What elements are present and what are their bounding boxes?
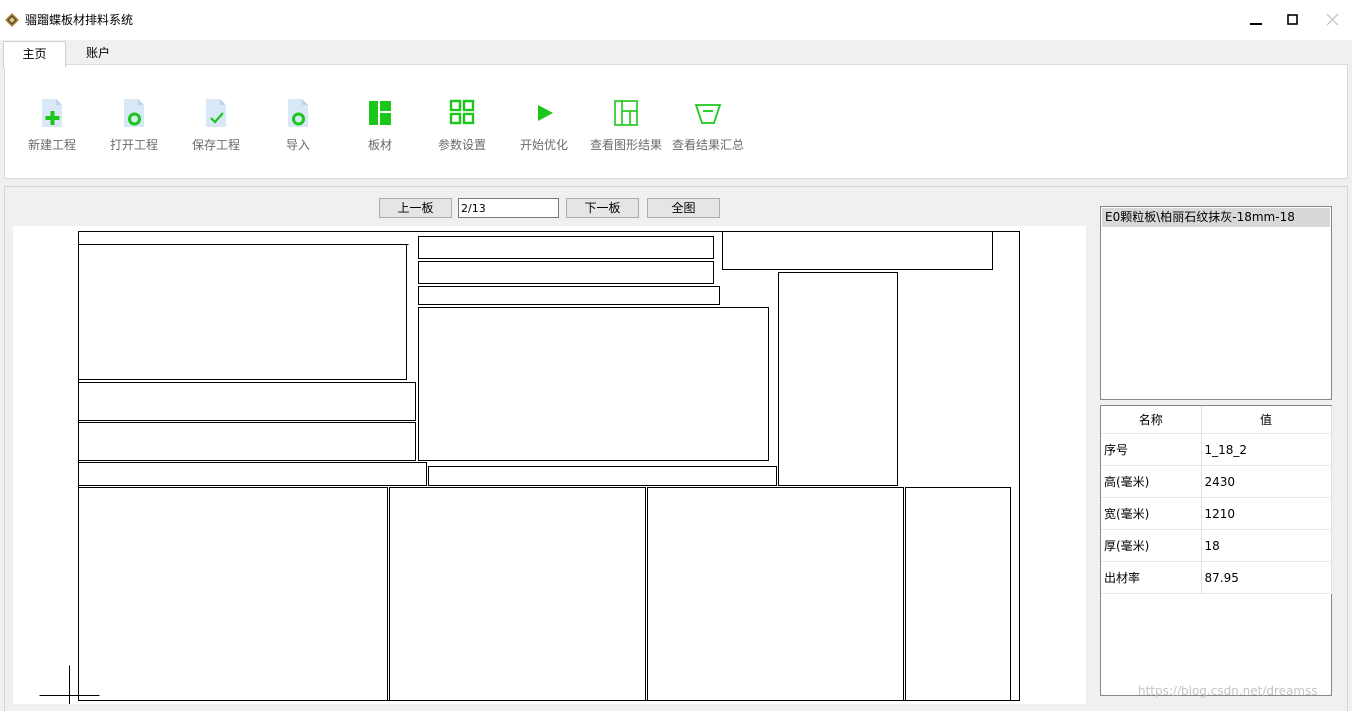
part-piece xyxy=(722,231,993,270)
new-file-icon xyxy=(42,99,62,127)
cutting-layout-drawing[interactable] xyxy=(13,226,1086,704)
property-header-row: 名称 值 xyxy=(1101,406,1332,434)
new-project-button[interactable]: 新建工程 xyxy=(13,93,91,159)
part-piece xyxy=(418,236,714,259)
watermark: https://blog.csdn.net/dreamss xyxy=(1138,684,1318,698)
maximize-icon xyxy=(1287,14,1298,25)
table-row[interactable]: 出材率 87.95 xyxy=(1101,561,1332,594)
board-button[interactable]: 板材 xyxy=(341,93,419,159)
close-button[interactable] xyxy=(1320,8,1344,32)
summary-tray-icon xyxy=(694,104,722,124)
board-list-item[interactable]: E0颗粒板\柏丽石纹抹灰-18mm-18 xyxy=(1102,208,1330,227)
tab-home[interactable]: 主页 xyxy=(3,41,66,67)
open-project-button[interactable]: 打开工程 xyxy=(95,93,173,159)
next-board-button[interactable]: 下一板 xyxy=(566,198,639,218)
part-piece xyxy=(647,487,904,701)
table-row[interactable]: 宽(毫米) 1210 xyxy=(1101,497,1332,530)
play-icon xyxy=(538,105,553,121)
maximize-button[interactable] xyxy=(1280,8,1304,32)
property-value: 1_18_2 xyxy=(1201,433,1332,466)
layout-result-icon xyxy=(614,100,638,126)
property-name: 高(毫米) xyxy=(1101,465,1202,498)
property-name: 序号 xyxy=(1101,433,1202,466)
part-piece xyxy=(78,382,416,421)
property-name-header: 名称 xyxy=(1101,406,1202,434)
minimize-button[interactable] xyxy=(1244,8,1268,32)
part-piece xyxy=(778,272,898,486)
part-piece xyxy=(78,462,427,486)
import-button[interactable]: 导入 xyxy=(259,93,337,159)
layout-canvas[interactable] xyxy=(13,226,1086,704)
grid-settings-icon xyxy=(449,99,475,125)
part-piece xyxy=(905,487,1011,701)
title-bar: 骝蹓蝶板材排料系统 xyxy=(0,0,1352,40)
property-name: 宽(毫米) xyxy=(1101,497,1202,530)
board-list[interactable]: E0颗粒板\柏丽石纹抹灰-18mm-18 xyxy=(1100,206,1332,400)
part-piece xyxy=(78,487,388,701)
tab-account-label: 账户 xyxy=(85,46,110,60)
board-layout-icon xyxy=(369,101,391,125)
property-name: 厚(毫米) xyxy=(1101,529,1202,562)
fit-all-button[interactable]: 全图 xyxy=(647,198,720,218)
property-value: 2430 xyxy=(1201,465,1332,498)
view-graphic-result-button[interactable]: 查看图形结果 xyxy=(587,93,665,159)
property-value: 18 xyxy=(1201,529,1332,562)
ribbon-tab-strip: 主页 账户 xyxy=(0,40,1352,67)
part-piece xyxy=(418,307,769,461)
part-piece xyxy=(78,244,407,380)
previous-board-button[interactable]: 上一板 xyxy=(379,198,452,218)
property-name: 出材率 xyxy=(1101,561,1202,594)
save-file-icon xyxy=(206,99,226,127)
property-grid: 名称 值 序号 1_18_2 高(毫米) 2430 宽(毫米) 1210 厚(毫… xyxy=(1100,405,1332,696)
view-result-summary-label: 查看结果汇总 xyxy=(671,138,744,152)
app-logo-icon xyxy=(5,13,19,27)
tab-home-label: 主页 xyxy=(22,47,47,61)
parameter-settings-button[interactable]: 参数设置 xyxy=(423,93,501,159)
property-table: 名称 值 序号 1_18_2 高(毫米) 2430 宽(毫米) 1210 厚(毫… xyxy=(1101,406,1332,594)
import-file-icon xyxy=(288,99,308,127)
page-index-input[interactable] xyxy=(458,198,559,218)
app-window: 骝蹓蝶板材排料系统 主页 账户 新建工程 打开工程 保存工程 导入 板材 参数设… xyxy=(0,0,1352,711)
property-value-header: 值 xyxy=(1201,406,1332,434)
minimize-icon xyxy=(1250,23,1262,25)
part-piece xyxy=(428,466,777,486)
tab-account[interactable]: 账户 xyxy=(70,41,126,65)
part-piece xyxy=(418,261,714,284)
table-row[interactable]: 厚(毫米) 18 xyxy=(1101,529,1332,562)
property-value: 1210 xyxy=(1201,497,1332,530)
view-result-summary-button[interactable]: 查看结果汇总 xyxy=(669,93,747,159)
window-title: 骝蹓蝶板材排料系统 xyxy=(25,13,134,27)
table-row[interactable]: 高(毫米) 2430 xyxy=(1101,465,1332,498)
start-optimize-button[interactable]: 开始优化 xyxy=(505,93,583,159)
part-piece xyxy=(389,487,646,701)
part-piece xyxy=(418,286,720,305)
part-piece xyxy=(78,422,416,461)
property-value: 87.95 xyxy=(1201,561,1332,594)
open-file-icon xyxy=(124,99,144,127)
table-row[interactable]: 序号 1_18_2 xyxy=(1101,433,1332,466)
ribbon-panel: 新建工程 打开工程 保存工程 导入 板材 参数设置 开始优化 查看图形结果 查看… xyxy=(4,64,1348,179)
close-icon xyxy=(1326,13,1339,26)
save-project-button[interactable]: 保存工程 xyxy=(177,93,255,159)
